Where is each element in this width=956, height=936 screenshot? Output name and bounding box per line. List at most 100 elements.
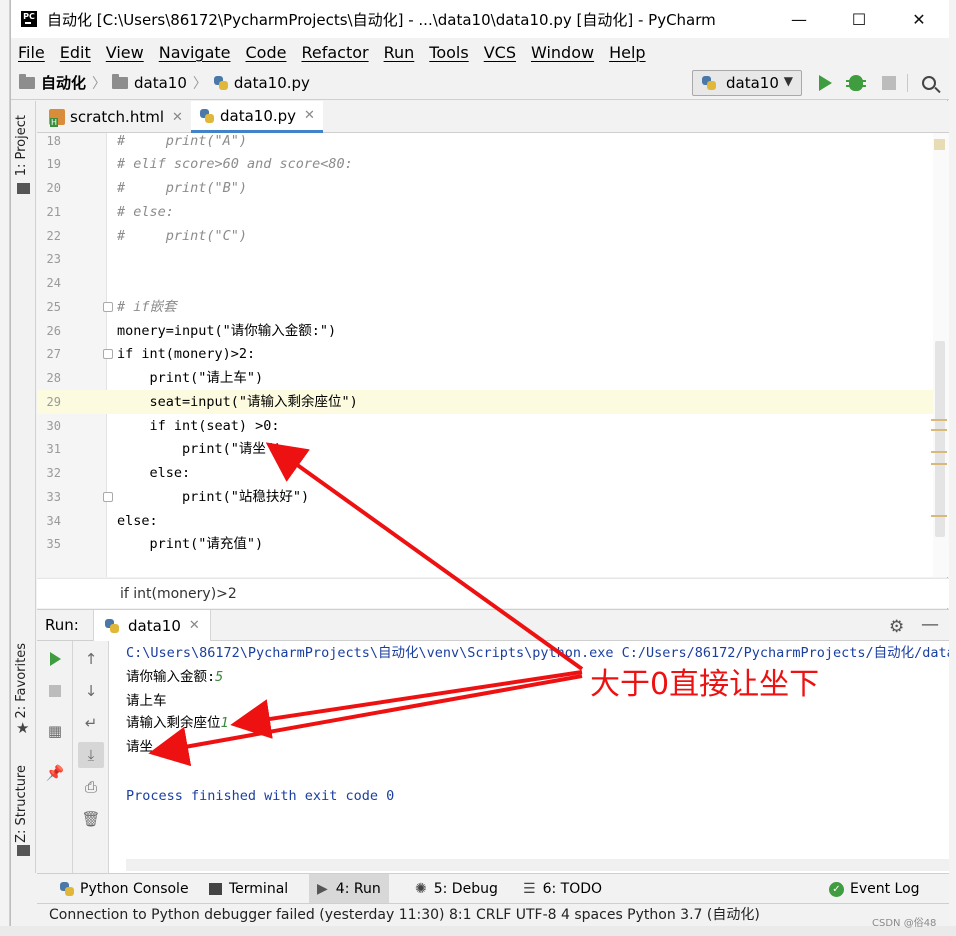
tab-label: scratch.html (70, 108, 164, 126)
trash-icon[interactable]: 🗑 (81, 810, 100, 828)
console-horizontal-scrollbar[interactable] (126, 859, 949, 871)
soft-wrap-icon[interactable]: ↵ (83, 714, 99, 732)
menu-navigate[interactable]: Navigate (159, 43, 231, 62)
error-stripe-mark[interactable] (931, 419, 947, 421)
debug-button[interactable] (845, 72, 867, 94)
search-everywhere-button[interactable] (918, 72, 940, 94)
breadcrumb-folder[interactable]: data10 (134, 74, 187, 92)
inspection-status-icon[interactable] (934, 139, 945, 150)
run-configuration-label: data10 (726, 74, 779, 92)
python-console-tool[interactable]: Python Console (51, 874, 197, 904)
breadcrumb-project[interactable]: 自动化 (41, 72, 86, 93)
rerun-button[interactable] (47, 651, 63, 667)
close-window-button[interactable]: ✕ (889, 0, 949, 38)
run-tool[interactable]: ▶ 4: Run (309, 874, 389, 904)
menu-help[interactable]: Help (609, 43, 645, 62)
pin-icon[interactable]: 📌 (46, 764, 65, 782)
error-stripe-mark[interactable] (931, 429, 947, 431)
play-icon (818, 75, 832, 91)
event-log-tool[interactable]: ✓ Event Log (821, 874, 928, 904)
stop-button[interactable] (878, 72, 900, 94)
run-panel-header: Run: data10 ✕ ⚙ — (37, 609, 949, 641)
fold-marker-icon[interactable] (103, 302, 113, 312)
html-file-icon: H (49, 109, 65, 127)
check-icon: ✓ (829, 881, 844, 897)
code-line: 18 # print("A") (37, 133, 937, 153)
close-icon[interactable]: ✕ (189, 618, 200, 633)
hide-panel-icon[interactable]: — (921, 614, 939, 635)
fold-marker-icon[interactable] (103, 492, 113, 502)
menu-tools[interactable]: Tools (429, 43, 468, 62)
tab-scratch-html[interactable]: H scratch.html ✕ (41, 101, 191, 133)
code-line: 19 # elif score>60 and score<80: (37, 152, 937, 176)
arrow-down-icon[interactable]: ↓ (83, 682, 99, 700)
run-button[interactable] (814, 72, 836, 94)
breadcrumb-separator-icon: 〉 (192, 75, 207, 92)
restore-layout-button[interactable]: ▦ (47, 722, 63, 740)
minimize-button[interactable]: — (769, 0, 829, 38)
menu-vcs[interactable]: VCS (484, 43, 516, 62)
run-console-output[interactable]: C:\Users\86172\PycharmProjects\自动化\venv\… (109, 641, 949, 873)
code-text: print("请上车") (117, 370, 264, 386)
editor-breadcrumb[interactable]: if int(monery)>2 (37, 578, 949, 608)
favorites-tool-tab[interactable]: 2: Favorites (14, 643, 29, 719)
code-line: 23 (37, 247, 937, 271)
run-panel-label: Run: (45, 616, 79, 634)
scroll-to-end-icon[interactable]: ⤓ (78, 742, 104, 768)
star-icon: ★ (16, 719, 30, 737)
arrow-up-icon[interactable]: ↑ (83, 650, 99, 668)
code-line: 30 if int(seat) >0: (37, 414, 937, 438)
list-icon: ☰ (523, 881, 536, 897)
error-stripe-mark[interactable] (931, 515, 947, 517)
code-text: # if嵌套 (117, 299, 177, 315)
line-number: 22 (46, 229, 61, 243)
code-editor[interactable]: 18 # print("A") 19 # elif score>60 and sco… (37, 133, 949, 577)
fold-marker-icon[interactable] (103, 349, 113, 359)
print-icon[interactable]: ⎙ (83, 778, 99, 796)
tab-label: data10.py (220, 106, 297, 125)
menu-code[interactable]: Code (246, 43, 287, 62)
error-stripe-mark[interactable] (931, 451, 947, 453)
line-number: 35 (46, 537, 61, 551)
menu-refactor[interactable]: Refactor (301, 43, 368, 62)
menu-run[interactable]: Run (384, 43, 415, 62)
run-tab-label: data10 (128, 616, 181, 635)
breadcrumb-file[interactable]: data10.py (234, 74, 310, 92)
terminal-tool[interactable]: Terminal (201, 874, 296, 904)
editor-scrollbar-thumb[interactable] (935, 341, 945, 537)
error-stripe-mark[interactable] (931, 463, 947, 465)
todo-tool[interactable]: ☰ 6: TODO (515, 874, 610, 904)
run-tab-data10[interactable]: data10 ✕ (93, 610, 211, 641)
title-bar: PC 自动化 [C:\Users\86172\PycharmProjects\自… (11, 0, 949, 38)
project-tool-tab[interactable]: 1: Project (14, 115, 29, 176)
menu-bar: File Edit View Navigate Code Refactor Ru… (11, 38, 949, 66)
code-line: 26 monery=input("请你输入金额:") (37, 319, 937, 343)
menu-edit[interactable]: Edit (60, 43, 91, 62)
structure-tool-tab[interactable]: Z: Structure (14, 765, 29, 843)
line-number: 19 (46, 157, 61, 171)
play-icon (49, 652, 61, 666)
close-icon[interactable]: ✕ (304, 108, 315, 123)
python-file-icon (213, 75, 229, 91)
code-text: # print("B") (117, 180, 248, 196)
window-title: 自动化 [C:\Users\86172\PycharmProjects\自动化]… (47, 10, 716, 29)
stop-icon (49, 685, 61, 697)
gear-icon[interactable]: ⚙ (889, 617, 904, 637)
menu-window[interactable]: Window (531, 43, 594, 62)
navigation-bar: 自动化 〉 data10 〉 data10.py data10 ▼ (11, 66, 949, 100)
code-line: 25 # if嵌套 (37, 295, 937, 319)
code-text: if int(monery)>2: (117, 346, 256, 362)
stop-run-button[interactable] (47, 683, 63, 699)
menu-file[interactable]: File (18, 43, 45, 62)
debug-tool[interactable]: ✺ 5: Debug (407, 874, 506, 904)
menu-view[interactable]: View (106, 43, 144, 62)
code-text: seat=input("请输入剩余座位") (117, 394, 358, 410)
console-output-line: 请坐 (126, 739, 153, 755)
maximize-button[interactable]: ☐ (829, 0, 889, 38)
tab-data10-py[interactable]: data10.py ✕ (191, 101, 323, 133)
close-icon[interactable]: ✕ (172, 110, 183, 125)
bug-icon: ✺ (415, 881, 427, 897)
run-tool-play-icon: ▶ (317, 881, 328, 897)
code-line: 32 else: (37, 461, 937, 485)
run-configuration-select[interactable]: data10 ▼ (692, 70, 802, 96)
